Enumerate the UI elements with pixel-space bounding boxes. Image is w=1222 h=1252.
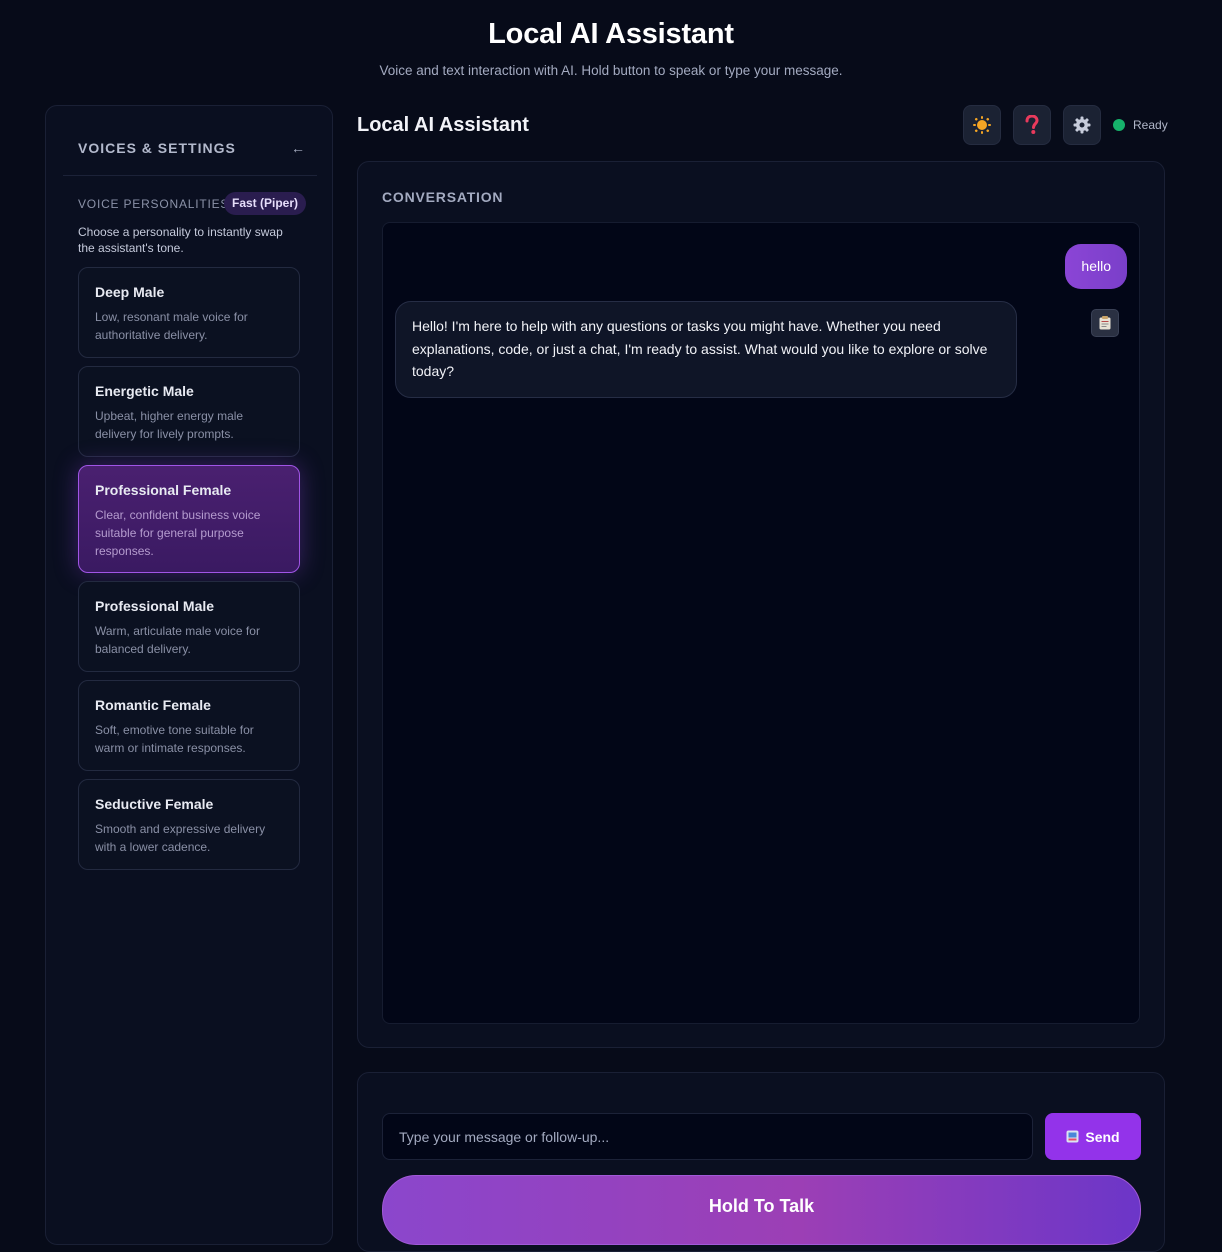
- voice-name: Deep Male: [95, 284, 165, 300]
- status-text: Ready: [1133, 118, 1168, 132]
- page-title: Local AI Assistant: [488, 18, 734, 50]
- arrow-left-icon: ←: [291, 140, 305, 156]
- voice-card-deep-male[interactable]: Deep Male Low, resonant male voice for a…: [78, 267, 300, 358]
- conversation-label: CONVERSATION: [382, 189, 504, 205]
- voice-card-romantic-female[interactable]: Romantic Female Soft, emotive tone suita…: [78, 680, 300, 771]
- page-subtitle: Voice and text interaction with AI. Hold…: [379, 63, 843, 78]
- send-button[interactable]: Send: [1045, 1113, 1141, 1160]
- voice-name: Romantic Female: [95, 697, 211, 713]
- conversation-log[interactable]: hello Hello! I'm here to help with any q…: [382, 222, 1140, 1024]
- voice-card-professional-female[interactable]: Professional Female Clear, confident bus…: [78, 465, 300, 573]
- voice-description: Upbeat, higher energy male delivery for …: [95, 409, 244, 441]
- question-icon: [1025, 115, 1039, 134]
- sidebar-header: VOICES & SETTINGS ←: [63, 106, 317, 176]
- voice-description: Low, resonant male voice for authoritati…: [95, 310, 248, 342]
- voice-card-energetic-male[interactable]: Energetic Male Upbeat, higher energy mal…: [78, 366, 300, 457]
- assistant-message: Hello! I'm here to help with any questio…: [395, 301, 1017, 398]
- sidebar-title: VOICES & SETTINGS: [78, 140, 236, 156]
- conversation-panel: CONVERSATION hello Hello! I'm here to he…: [357, 161, 1165, 1048]
- main-title: Local AI Assistant: [357, 114, 529, 136]
- voice-name: Seductive Female: [95, 796, 214, 812]
- collapse-sidebar-button[interactable]: ←: [289, 139, 307, 157]
- voice-name: Energetic Male: [95, 383, 194, 399]
- sidebar: VOICES & SETTINGS ← VOICE PERSONALITIES …: [45, 105, 333, 1245]
- theme-toggle-button[interactable]: [963, 105, 1001, 145]
- send-label: Send: [1085, 1128, 1120, 1145]
- input-panel: Send Hold To Talk: [357, 1072, 1165, 1252]
- send-icon: [1066, 1130, 1079, 1143]
- voice-name: Professional Female: [95, 482, 232, 498]
- user-message: hello: [1065, 244, 1127, 289]
- hold-to-talk-button[interactable]: Hold To Talk: [382, 1175, 1141, 1245]
- status-indicator: [1113, 119, 1125, 131]
- voice-personalities-label: VOICE PERSONALITIES: [78, 197, 230, 211]
- clipboard-icon: [1099, 316, 1111, 330]
- voice-card-professional-male[interactable]: Professional Male Warm, articulate male …: [78, 581, 300, 672]
- voice-description: Smooth and expressive delivery with a lo…: [95, 822, 266, 854]
- settings-button[interactable]: [1063, 105, 1101, 145]
- copy-message-button[interactable]: [1091, 309, 1119, 337]
- voice-description: Soft, emotive tone suitable for warm or …: [95, 723, 254, 755]
- voice-name: Professional Male: [95, 598, 215, 614]
- sun-icon: [973, 116, 991, 134]
- gear-icon: [1073, 116, 1091, 134]
- voice-description: Clear, confident business voice suitable…: [95, 508, 261, 558]
- voice-description: Warm, articulate male voice for balanced…: [95, 624, 260, 656]
- message-input[interactable]: [382, 1113, 1033, 1160]
- engine-badge: Fast (Piper): [224, 192, 307, 215]
- voice-personalities-description: Choose a personality to instantly swap t…: [78, 225, 283, 255]
- help-button[interactable]: [1013, 105, 1051, 145]
- voice-card-seductive-female[interactable]: Seductive Female Smooth and expressive d…: [78, 779, 300, 870]
